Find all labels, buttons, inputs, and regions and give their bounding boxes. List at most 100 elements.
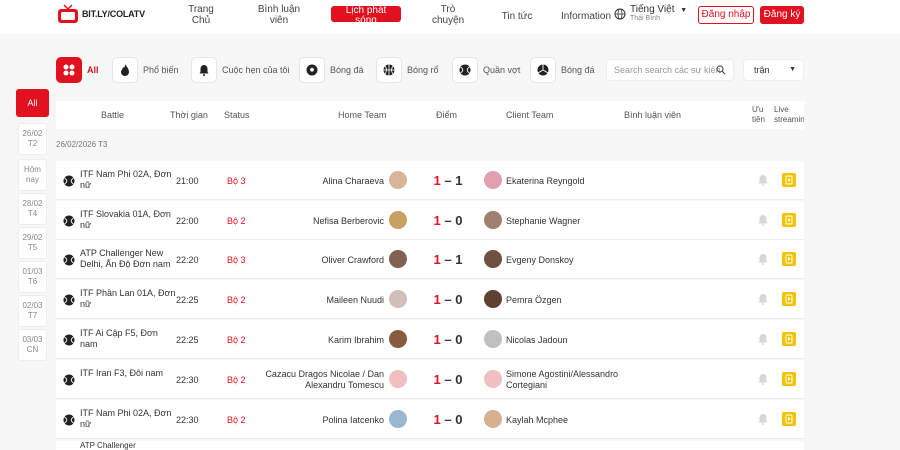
filter-basketball-label: Bóng rổ xyxy=(407,65,439,75)
filter-basketball[interactable]: Bóng rổ xyxy=(376,57,439,83)
filter-volleyball[interactable]: Bóng đá xyxy=(530,57,595,83)
date-item[interactable]: 28/02 T4 xyxy=(18,193,47,225)
row-away-team[interactable]: Simone Agostini/Alessandro Cortegiani xyxy=(506,369,656,391)
login-button[interactable]: Đăng nhập xyxy=(698,6,754,24)
date-item[interactable]: 26/02 T2 xyxy=(18,123,47,155)
row-league[interactable]: ITF Slovakia 01A, Đơn nữ xyxy=(80,209,176,231)
row-status: Bộ 2 xyxy=(227,415,246,425)
row-league[interactable]: ITF Ai Cập F5, Đơn nam xyxy=(80,328,176,350)
row-home-team[interactable]: Maileen Nuudi xyxy=(326,295,384,305)
row-home-team[interactable]: Alina Charaeva xyxy=(322,176,384,186)
bell-icon[interactable] xyxy=(758,373,768,385)
header-status: Status xyxy=(224,110,250,120)
live-stream-icon[interactable] xyxy=(782,292,796,306)
filter-football[interactable]: Bóng đá xyxy=(299,57,364,83)
chevron-down-icon: ▼ xyxy=(680,7,688,14)
date-weekday: T5 xyxy=(27,243,38,252)
table-row[interactable]: ITF Phần Lan 01A, Đơn nữ 22:25 Bộ 2 Maileen… xyxy=(56,280,804,319)
date-item[interactable]: 02/03 T7 xyxy=(18,295,47,327)
date-item[interactable]: 29/02 T5 xyxy=(18,227,47,259)
filter-my-bookings-label: Cuộc hẹn của tôi xyxy=(222,65,290,75)
live-stream-icon[interactable] xyxy=(782,332,796,346)
score-away: 0 xyxy=(455,332,463,347)
bell-icon[interactable] xyxy=(758,293,768,305)
table-row[interactable]: ITF Iran F3, Đôi nam 22:30 Bộ 2 Cazacu Drag… xyxy=(56,360,804,399)
logo-icon[interactable] xyxy=(56,3,80,27)
row-away-team[interactable]: Ekaterina Reyngold xyxy=(506,176,585,186)
nav-news[interactable]: Tin tức xyxy=(500,11,534,22)
filter-tennis[interactable]: Quần vợt xyxy=(452,57,520,83)
row-status: Bộ 3 xyxy=(227,176,246,186)
register-button[interactable]: Đăng ký xyxy=(760,6,804,24)
filter-my-bookings[interactable]: Cuộc hẹn của tôi xyxy=(191,57,290,83)
date-day: 26/02 xyxy=(22,129,43,138)
table-row[interactable]: ITF Slovakia 01A, Đơn nữ 22:00 Bộ 2 Nefisa … xyxy=(56,201,804,240)
table-row[interactable]: ATP Challenger New Delhi, Ấn Độ Đơn nam 2… xyxy=(56,240,804,279)
score-away: 0 xyxy=(455,292,463,307)
search-icon[interactable] xyxy=(716,65,726,75)
date-item[interactable]: 01/03 T6 xyxy=(18,261,47,293)
row-league[interactable]: ATP Challenger New Delhi, Ấn Độ Đơn nam xyxy=(80,248,176,270)
bell-icon[interactable] xyxy=(758,413,768,425)
home-avatar xyxy=(389,250,407,268)
live-stream-icon[interactable] xyxy=(782,372,796,386)
row-time: 22:20 xyxy=(176,255,199,265)
date-all-button[interactable]: All xyxy=(16,89,49,117)
date-item[interactable]: Hôm nay xyxy=(18,159,47,191)
row-home-team[interactable]: Nefisa Berberovic xyxy=(313,216,384,226)
row-league[interactable]: ITF Iran F3, Đôi nam xyxy=(80,368,176,379)
row-league[interactable]: ITF Nam Phi 02A, Đơn nữ xyxy=(80,169,176,191)
bell-icon[interactable] xyxy=(758,174,768,186)
row-time: 22:30 xyxy=(176,415,199,425)
score-home: 1 xyxy=(433,213,441,228)
nav-information[interactable]: Information xyxy=(560,11,612,22)
table-row[interactable]: ITF Nam Phi 02A, Đơn nữ 21:00 Bộ 3 Alina Ch… xyxy=(56,161,804,200)
tennis-icon xyxy=(63,254,75,266)
table-row[interactable]: ITF Nam Phi 02A, Đơn nữ 22:30 Bộ 2 Polina I… xyxy=(56,400,804,439)
live-stream-icon[interactable] xyxy=(782,213,796,227)
table-row[interactable]: ATP Challenger xyxy=(56,441,804,450)
row-league[interactable]: ITF Nam Phi 02A, Đơn nữ xyxy=(80,408,176,430)
bell-icon[interactable] xyxy=(758,214,768,226)
score-away: 1 xyxy=(455,173,463,188)
score-away: 0 xyxy=(455,213,463,228)
row-league[interactable]: ITF Phần Lan 01A, Đơn nữ xyxy=(80,288,176,310)
live-stream-icon[interactable] xyxy=(782,412,796,426)
row-time: 22:25 xyxy=(176,335,199,345)
row-away-team[interactable]: Pemra Özgen xyxy=(506,295,562,305)
row-away-team[interactable]: Stephanie Wagner xyxy=(506,216,580,226)
live-stream-icon[interactable] xyxy=(782,252,796,266)
language-selector[interactable]: Tiếng Việt ▼ Thái Bình xyxy=(614,4,687,22)
row-away-team[interactable]: Evgeny Donskoy xyxy=(506,255,574,265)
nav-chat[interactable]: Trò chuyện xyxy=(432,4,464,26)
nav-commentators[interactable]: Bình luận viên xyxy=(256,4,302,26)
match-type-select[interactable]: trận ▼ xyxy=(743,59,804,81)
row-home-team[interactable]: Oliver Crawford xyxy=(321,255,384,265)
filter-popular-label: Phổ biến xyxy=(143,65,179,75)
bell-icon[interactable] xyxy=(758,333,768,345)
score-home: 1 xyxy=(433,173,441,188)
chevron-down-icon: ▼ xyxy=(789,66,796,73)
row-away-team[interactable]: Nicolas Jadoun xyxy=(506,335,568,345)
tennis-icon xyxy=(63,294,75,306)
filter-all[interactable]: All xyxy=(56,57,99,83)
date-item[interactable]: 03/03 CN xyxy=(18,329,47,361)
row-home-team[interactable]: Cazacu Dragos Nicolae / Dan Alexandru To… xyxy=(264,369,384,391)
row-away-team[interactable]: Kaylah Mcphee xyxy=(506,415,568,425)
table-row[interactable]: ITF Ai Cập F5, Đơn nam 22:25 Bộ 2 Karim Ibr… xyxy=(56,320,804,359)
logo-text[interactable]: BIT.LY/COLATV xyxy=(82,9,145,19)
score-home: 1 xyxy=(433,332,441,347)
date-day: 01/03 xyxy=(22,267,43,276)
nav-home[interactable]: Trang Chủ xyxy=(186,4,216,26)
row-home-team[interactable]: Polina Iatcenko xyxy=(322,415,384,425)
row-time: 22:25 xyxy=(176,295,199,305)
live-stream-icon[interactable] xyxy=(782,173,796,187)
row-status: Bộ 2 xyxy=(227,335,246,345)
tennis-icon xyxy=(63,414,75,426)
filter-popular[interactable]: Phổ biến xyxy=(112,57,179,83)
row-home-team[interactable]: Karim Ibrahim xyxy=(328,335,384,345)
search-input[interactable]: Search search các sự kiện xyxy=(606,59,734,81)
bell-icon[interactable] xyxy=(758,253,768,265)
nav-schedule[interactable]: Lịch phát sóng xyxy=(331,6,401,22)
header-home-team: Home Team xyxy=(338,110,387,120)
